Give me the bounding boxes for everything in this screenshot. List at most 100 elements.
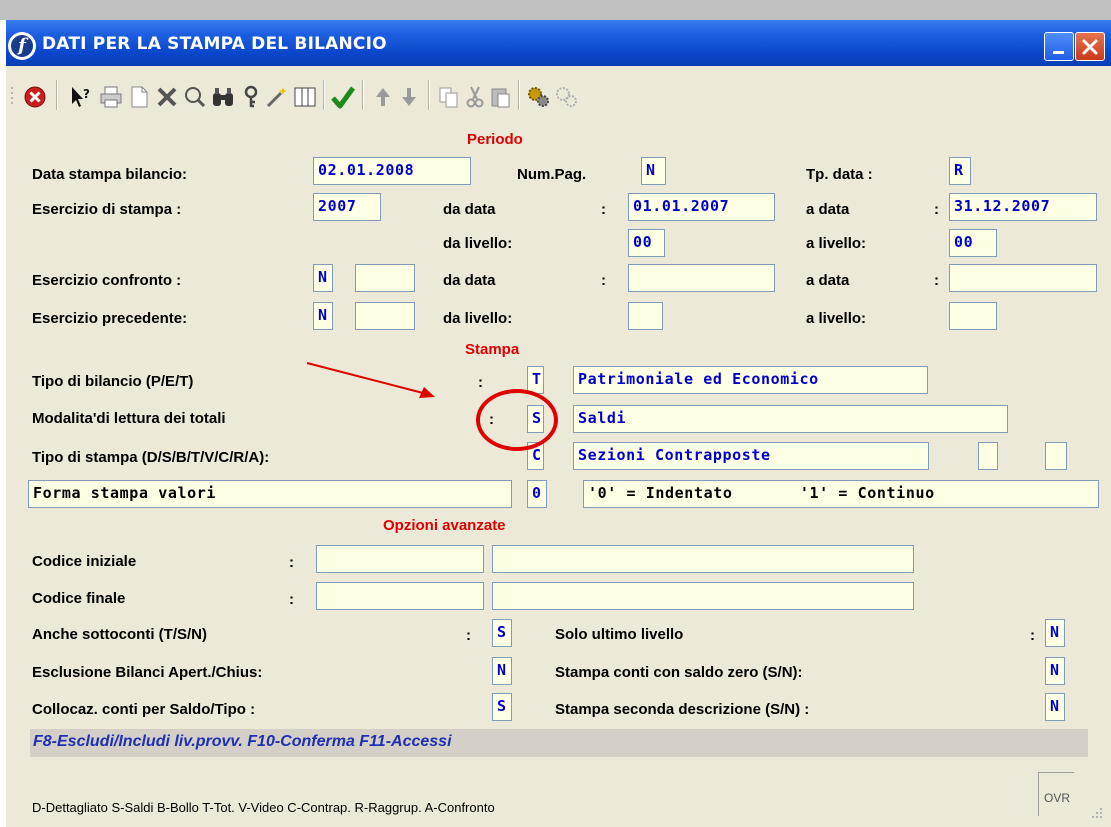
- confirm-check-icon[interactable]: [330, 84, 356, 110]
- resize-grip-icon[interactable]: [1090, 806, 1104, 820]
- ovr-indicator: OVR: [1038, 772, 1074, 816]
- a-data-field[interactable]: 31.12.2007: [949, 193, 1097, 221]
- codice-finale-label: Codice finale: [32, 590, 126, 607]
- codice-iniziale-desc-field: [492, 545, 914, 573]
- tipo-stampa-extra-field-2[interactable]: [1045, 442, 1067, 470]
- codice-finale-field[interactable]: [316, 582, 484, 610]
- modalita-lettura-desc-field: Saldi: [573, 405, 1008, 433]
- copy-icon[interactable]: [436, 84, 462, 110]
- a-livello-label: a livello:: [806, 235, 867, 252]
- esercizio-confronto-flag[interactable]: N: [313, 264, 333, 292]
- section-stampa-title: Stampa: [465, 341, 520, 358]
- search-icon[interactable]: [182, 84, 208, 110]
- tp-data-field[interactable]: R: [949, 157, 971, 185]
- saldo-zero-label: Stampa conti con saldo zero (S/N):: [555, 664, 803, 681]
- status-legend: D-Dettagliato S-Saldi B-Bollo T-Tot. V-V…: [32, 800, 495, 815]
- sottoconti-label: Anche sottoconti (T/S/N): [32, 626, 207, 643]
- sottoconti-field[interactable]: S: [492, 619, 512, 647]
- binoculars-icon[interactable]: [210, 84, 236, 110]
- minimize-button[interactable]: [1044, 32, 1074, 61]
- a-livello-field[interactable]: 00: [949, 229, 997, 257]
- ultimo-livello-field[interactable]: N: [1045, 619, 1065, 647]
- esercizio-precedente-flag[interactable]: N: [313, 302, 333, 330]
- precedente-a-livello-field[interactable]: [949, 302, 997, 330]
- wand-icon[interactable]: [264, 84, 290, 110]
- tipo-stampa-extra-field-1[interactable]: [978, 442, 998, 470]
- da-data-field[interactable]: 01.01.2007: [628, 193, 775, 221]
- tipo-stampa-label: Tipo di stampa (D/S/B/T/V/C/R/A):: [32, 449, 270, 466]
- gears-disabled-icon[interactable]: [554, 84, 580, 110]
- tp-data-label: Tp. data :: [806, 166, 873, 183]
- colon: :: [1030, 627, 1035, 644]
- modalita-lettura-label: Modalita'di lettura dei totali: [32, 410, 226, 427]
- forma-stampa-code-field[interactable]: 0: [527, 480, 547, 508]
- tipo-stampa-desc-field: Sezioni Contrapposte: [573, 442, 929, 470]
- a-data-label: a data: [806, 201, 850, 218]
- da-livello-label: da livello:: [443, 235, 513, 252]
- close-button[interactable]: [1075, 32, 1105, 61]
- num-pag-label: Num.Pag.: [517, 166, 587, 183]
- delete-icon[interactable]: [154, 84, 180, 110]
- gears-icon[interactable]: [526, 84, 552, 110]
- esclusione-bilanci-label: Esclusione Bilanci Apert./Chius:: [32, 664, 263, 681]
- toolbar-separator: [428, 80, 430, 110]
- da-livello-field[interactable]: 00: [628, 229, 665, 257]
- colon: :: [601, 201, 606, 218]
- paste-icon[interactable]: [488, 84, 514, 110]
- collocaz-conti-label: Collocaz. conti per Saldo/Tipo :: [32, 701, 256, 718]
- help-icon[interactable]: ?: [68, 84, 94, 110]
- cut-icon[interactable]: [462, 84, 488, 110]
- toolbar-separator: [56, 80, 58, 110]
- forma-stampa-label-field: Forma stampa valori: [28, 480, 512, 508]
- num-pag-field[interactable]: N: [641, 157, 666, 185]
- tipo-bilancio-desc-field: Patrimoniale ed Economico: [573, 366, 928, 394]
- esercizio-confronto-year-field[interactable]: [355, 264, 415, 292]
- form-area: [6, 126, 1111, 827]
- columns-icon[interactable]: [292, 84, 318, 110]
- colon: :: [289, 554, 294, 571]
- seconda-descrizione-field[interactable]: N: [1045, 693, 1065, 721]
- colon: :: [934, 272, 939, 289]
- close-icon: [1082, 39, 1098, 55]
- toolbar-separator: [323, 80, 325, 110]
- application-window: f DATI PER LA STAMPA DEL BILANCIO ? Peri…: [0, 0, 1111, 827]
- colon: :: [289, 591, 294, 608]
- forma-stampa-desc-field: '0' = Indentato '1' = Continuo: [583, 480, 1099, 508]
- desktop-strip: [0, 0, 1111, 20]
- collocaz-conti-field[interactable]: S: [492, 693, 512, 721]
- print-icon[interactable]: [98, 84, 124, 110]
- toolbar-grip: [11, 87, 13, 104]
- codice-iniziale-field[interactable]: [316, 545, 484, 573]
- section-periodo-title: Periodo: [467, 131, 523, 148]
- codice-iniziale-label: Codice iniziale: [32, 553, 137, 570]
- key-icon[interactable]: [238, 84, 264, 110]
- esercizio-stampa-label: Esercizio di stampa :: [32, 201, 182, 218]
- confronto-a-data-field[interactable]: [949, 264, 1097, 292]
- tipo-bilancio-label: Tipo di bilancio (P/E/T): [32, 373, 194, 390]
- esercizio-confronto-label: Esercizio confronto :: [32, 272, 182, 289]
- colon: :: [466, 627, 471, 644]
- data-stampa-label: Data stampa bilancio:: [32, 166, 188, 183]
- esclusione-bilanci-field[interactable]: N: [492, 657, 512, 685]
- confronto-a-data-label: a data: [806, 272, 850, 289]
- colon: :: [478, 374, 483, 391]
- colon: :: [601, 272, 606, 289]
- data-stampa-field[interactable]: 02.01.2008: [313, 157, 471, 185]
- toolbar-separator: [362, 80, 364, 110]
- red-annotation-circle: [476, 389, 558, 451]
- saldo-zero-field[interactable]: N: [1045, 657, 1065, 685]
- precedente-a-livello-label: a livello:: [806, 310, 867, 327]
- arrow-up-icon[interactable]: [370, 84, 396, 110]
- esercizio-precedente-label: Esercizio precedente:: [32, 310, 188, 327]
- new-icon[interactable]: [126, 84, 152, 110]
- arrow-down-icon[interactable]: [396, 84, 422, 110]
- esercizio-precedente-year-field[interactable]: [355, 302, 415, 330]
- confronto-da-data-field[interactable]: [628, 264, 775, 292]
- esercizio-stampa-field[interactable]: 2007: [313, 193, 381, 221]
- da-data-label: da data: [443, 201, 496, 218]
- seconda-descrizione-label: Stampa seconda descrizione (S/N) :: [555, 701, 810, 718]
- colon: :: [934, 201, 939, 218]
- precedente-da-livello-field[interactable]: [628, 302, 663, 330]
- confronto-da-data-label: da data: [443, 272, 496, 289]
- exit-icon[interactable]: [22, 84, 48, 110]
